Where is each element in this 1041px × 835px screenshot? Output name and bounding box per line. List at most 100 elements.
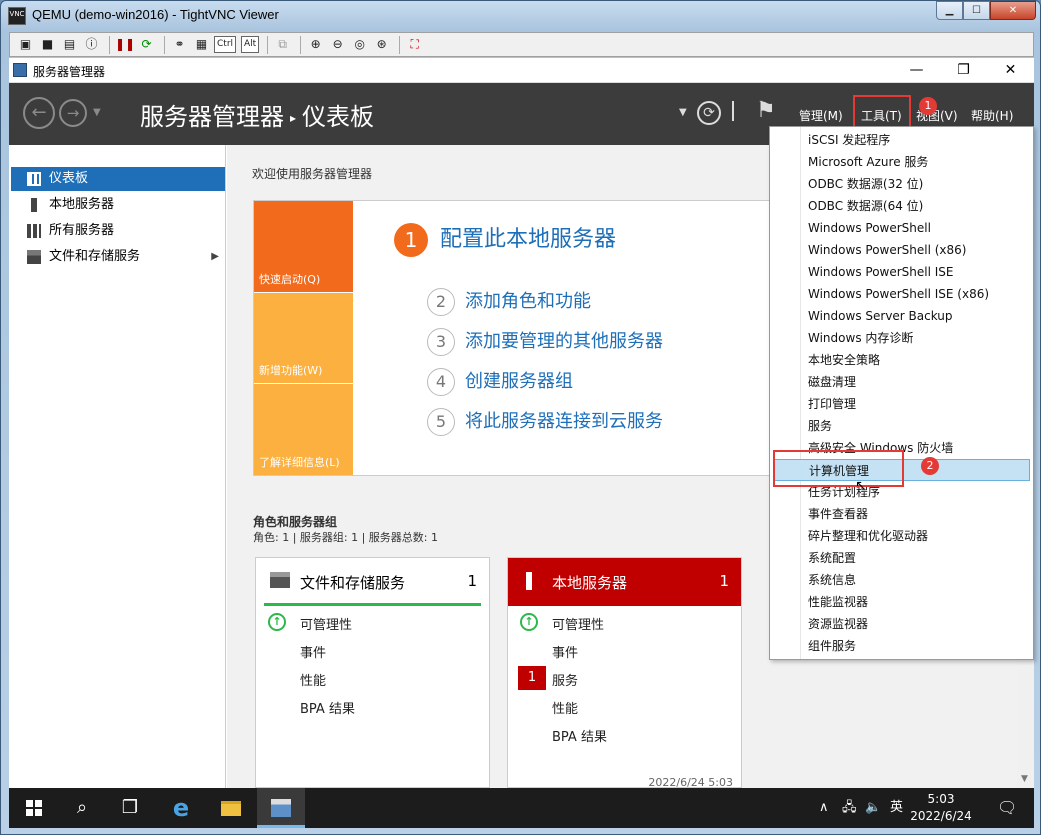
- save-icon[interactable]: ■: [38, 35, 57, 54]
- step-number: 2: [427, 288, 455, 316]
- zoom-in-icon[interactable]: ⊕: [306, 35, 325, 54]
- refresh-dropdown-icon[interactable]: ▼: [679, 107, 687, 118]
- tools-menu-item[interactable]: Windows Server Backup: [774, 305, 1030, 327]
- tools-menu-item[interactable]: 事件查看器: [774, 503, 1030, 525]
- tile-learn-more[interactable]: 了解详细信息(L): [254, 384, 353, 475]
- tools-menu-item[interactable]: Windows PowerShell ISE: [774, 261, 1030, 283]
- card-row-events[interactable]: 事件: [552, 642, 578, 661]
- ctrl-esc-icon[interactable]: ▦: [192, 35, 211, 54]
- system-clock[interactable]: 5:03 2022/6/24: [909, 791, 973, 825]
- action-center-icon[interactable]: 🗨: [997, 788, 1017, 828]
- notifications-flag-icon[interactable]: ⚑: [756, 98, 776, 123]
- menu-help[interactable]: 帮助(H): [971, 107, 1013, 124]
- tools-menu-item[interactable]: 组件服务: [774, 635, 1030, 657]
- menu-manage[interactable]: 管理(M): [799, 107, 843, 124]
- sidebar-item-local-server[interactable]: 本地服务器: [11, 193, 225, 217]
- search-icon[interactable]: ⌕: [67, 788, 97, 828]
- network-icon[interactable]: 🖧: [842, 788, 857, 828]
- card-row-manageability[interactable]: 可管理性: [300, 614, 352, 633]
- card-row-manageability[interactable]: 可管理性: [552, 614, 604, 633]
- internet-explorer-icon[interactable]: e: [163, 788, 199, 828]
- vnc-titlebar[interactable]: VNC QEMU (demo-win2016) - TightVNC Viewe…: [1, 1, 1041, 31]
- sidebar: 仪表板 本地服务器 所有服务器 文件和存储服务 ▶: [9, 145, 226, 788]
- card-header[interactable]: 文件和存储服务 1: [264, 558, 481, 606]
- step-add-roles[interactable]: 2 添加角色和功能: [427, 287, 591, 316]
- remote-desktop: 服务器管理器 — ❐ ✕ ← → ▼ 服务器管理器 ▸ 仪表板 ▼ ⟳ ⚑ 管理(M…: [9, 58, 1034, 789]
- task-view-icon[interactable]: ❐: [115, 788, 145, 828]
- refresh-screen-icon[interactable]: ⟳: [137, 35, 156, 54]
- alt-key-toggle[interactable]: Alt: [241, 36, 260, 53]
- tools-menu-item[interactable]: 服务: [774, 415, 1030, 437]
- card-row-bpa[interactable]: BPA 结果: [552, 726, 607, 745]
- status-ok-icon: ↑: [268, 613, 286, 631]
- clipboard-icon[interactable]: ⧉: [273, 35, 292, 54]
- tools-menu-item[interactable]: 碎片整理和优化驱动器: [774, 525, 1030, 547]
- show-hidden-icons-icon[interactable]: ∧: [819, 788, 829, 828]
- vnc-close-button[interactable]: ✕: [990, 1, 1036, 20]
- sidebar-item-all-servers[interactable]: 所有服务器: [11, 219, 225, 243]
- tile-quick-start[interactable]: 快速启动(Q): [254, 201, 353, 292]
- step-connect-cloud[interactable]: 5 将此服务器连接到云服务: [427, 407, 663, 436]
- zoom-out-icon[interactable]: ⊖: [328, 35, 347, 54]
- tools-menu-item[interactable]: 磁盘清理: [774, 371, 1030, 393]
- tools-menu-item[interactable]: 资源监视器: [774, 613, 1030, 635]
- info-icon[interactable]: ⓘ: [82, 35, 101, 54]
- restore-button[interactable]: ❐: [940, 58, 987, 83]
- start-button[interactable]: [19, 788, 49, 828]
- tools-menu-item[interactable]: 打印管理: [774, 393, 1030, 415]
- role-card-local-server[interactable]: 本地服务器 1 ↑ 可管理性 事件 1 服务 性能 BPA 结果 2022/6/…: [507, 557, 742, 789]
- back-button[interactable]: ←: [23, 97, 55, 129]
- tools-menu-item[interactable]: iSCSI 发起程序: [774, 129, 1030, 151]
- close-button[interactable]: ✕: [987, 58, 1034, 83]
- file-explorer-icon[interactable]: [213, 788, 249, 828]
- scroll-down-icon[interactable]: ▼: [1021, 774, 1028, 784]
- tools-menu-item[interactable]: Windows PowerShell (x86): [774, 239, 1030, 261]
- tools-menu-item[interactable]: 本地安全策略: [774, 349, 1030, 371]
- minimize-button[interactable]: —: [893, 58, 940, 83]
- vnc-maximize-button[interactable]: ☐: [963, 1, 990, 20]
- card-row-events[interactable]: 事件: [300, 642, 326, 661]
- sidebar-item-dashboard[interactable]: 仪表板: [11, 167, 225, 191]
- card-row-performance[interactable]: 性能: [300, 670, 326, 689]
- annotation-badge-2: 2: [921, 457, 939, 475]
- ctrl-key-toggle[interactable]: Ctrl: [214, 36, 237, 53]
- step-create-group[interactable]: 4 创建服务器组: [427, 367, 573, 396]
- pause-icon[interactable]: ❚❚: [115, 35, 135, 54]
- tools-menu-item[interactable]: 系统配置: [774, 547, 1030, 569]
- tools-menu-item[interactable]: ODBC 数据源(64 位): [774, 195, 1030, 217]
- card-row-services[interactable]: 服务: [552, 670, 578, 689]
- ctrl-alt-del-icon[interactable]: ⚭: [170, 35, 189, 54]
- folder-icon: [270, 572, 290, 588]
- server-manager-taskbar-icon[interactable]: [257, 788, 305, 828]
- refresh-icon[interactable]: ⟳: [697, 101, 721, 125]
- step-label: 配置此本地服务器: [440, 227, 617, 252]
- tools-menu-item[interactable]: Windows PowerShell ISE (x86): [774, 283, 1030, 305]
- card-row-performance[interactable]: 性能: [552, 698, 578, 717]
- tools-menu-item[interactable]: 系统信息: [774, 569, 1030, 591]
- tile-new-features[interactable]: 新增功能(W): [254, 293, 353, 383]
- sidebar-item-file-storage[interactable]: 文件和存储服务 ▶: [11, 245, 225, 269]
- options-icon[interactable]: ▤: [60, 35, 79, 54]
- vnc-minimize-button[interactable]: ▁: [936, 1, 963, 20]
- role-card-file-storage[interactable]: 文件和存储服务 1 ↑ 可管理性 事件 性能 BPA 结果: [255, 557, 490, 788]
- tools-menu-item[interactable]: Microsoft Azure 服务: [774, 151, 1030, 173]
- new-connection-icon[interactable]: ▣: [16, 35, 35, 54]
- forward-button[interactable]: →: [59, 99, 87, 127]
- tools-menu-item[interactable]: Windows PowerShell: [774, 217, 1030, 239]
- tools-menu-item[interactable]: ODBC 数据源(32 位): [774, 173, 1030, 195]
- zoom-100-icon[interactable]: ◎: [350, 35, 369, 54]
- card-row-bpa[interactable]: BPA 结果: [300, 698, 355, 717]
- server-manager-titlebar[interactable]: 服务器管理器 — ❐ ✕: [9, 58, 1034, 83]
- zoom-fit-icon[interactable]: ⊛: [372, 35, 391, 54]
- step-number: 3: [427, 328, 455, 356]
- local-server-icon: [526, 572, 532, 590]
- tools-menu-item[interactable]: 性能监视器: [774, 591, 1030, 613]
- step-configure-local-server[interactable]: 1 配置此本地服务器: [394, 221, 616, 257]
- tools-menu-item[interactable]: Windows 内存诊断: [774, 327, 1030, 349]
- card-header[interactable]: 本地服务器 1: [508, 558, 741, 606]
- history-dropdown-icon[interactable]: ▼: [93, 107, 101, 118]
- volume-icon[interactable]: 🔈: [865, 788, 881, 828]
- step-add-servers[interactable]: 3 添加要管理的其他服务器: [427, 327, 663, 356]
- fullscreen-icon[interactable]: ⛶: [405, 35, 424, 54]
- input-method-indicator[interactable]: 英: [890, 788, 903, 828]
